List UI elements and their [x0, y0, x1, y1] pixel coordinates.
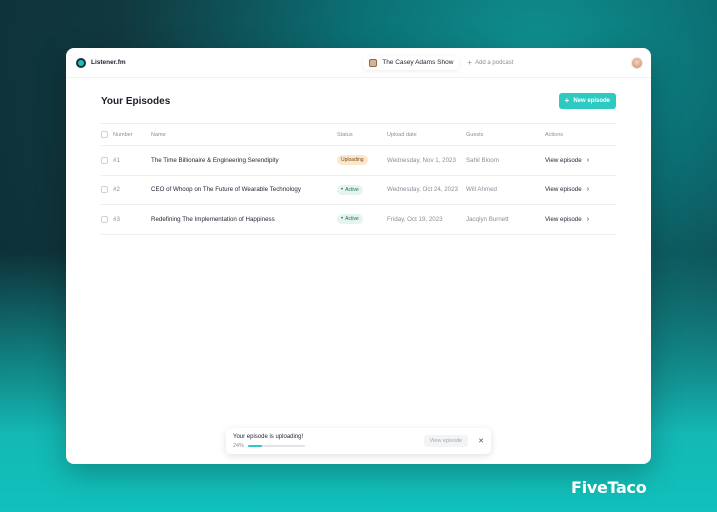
status-badge: • Active: [337, 184, 363, 195]
row-checkbox[interactable]: [101, 215, 108, 223]
page-title: Your Episodes: [101, 95, 171, 107]
status-dot-icon: •: [341, 216, 344, 223]
view-episode-label: View episode: [545, 215, 582, 223]
guest-name: Jacqlyn Burnett: [466, 204, 545, 235]
header-actions: Actions: [545, 123, 616, 146]
chevron-right-icon: ›: [586, 156, 590, 164]
add-podcast-button[interactable]: + Add a podcast: [467, 57, 514, 67]
view-episode-link[interactable]: View episode ›: [545, 186, 589, 193]
episode-number: #2: [113, 175, 151, 205]
add-podcast-label: Add a podcast: [475, 59, 514, 66]
episode-number: #1: [113, 145, 151, 176]
header-upload-date: Upload date: [387, 123, 466, 146]
plus-icon: +: [467, 57, 473, 67]
avatar[interactable]: [630, 56, 643, 69]
new-episode-label: New episode: [573, 98, 610, 104]
episodes-table: Number Name Status Upload date Guests Ac…: [101, 123, 616, 235]
episode-name: CEO of Whoop on The Future of Wearable T…: [151, 175, 337, 205]
status-label: Active: [345, 216, 359, 223]
upload-date: Friday, Oct 19, 2023: [387, 204, 466, 235]
upload-progress-bar: [248, 444, 306, 447]
listener-logo-icon: [76, 57, 86, 68]
upload-progress-fill: [248, 444, 262, 447]
podcast-nav: The Casey Adams Show + Add a podcast: [363, 55, 514, 70]
status-dot-icon: •: [341, 186, 344, 193]
row-checkbox[interactable]: [101, 156, 108, 164]
view-episode-label: View episode: [545, 156, 582, 164]
watermark-logo: FiveTaco: [571, 478, 647, 497]
upload-date: Wednesday, Oct 24, 2023: [387, 175, 466, 205]
header-name: Name: [151, 123, 337, 146]
table-row[interactable]: #1 The Time Billionaire & Engineering Se…: [101, 145, 616, 176]
episode-name: Redefining The Implementation of Happine…: [151, 204, 337, 235]
header-guests: Guests: [466, 123, 545, 146]
header-status: Status: [337, 123, 387, 146]
show-thumbnail-icon: [369, 58, 378, 67]
brand[interactable]: Listener.fm: [76, 57, 126, 68]
upload-percent: 24%: [233, 442, 245, 449]
close-icon[interactable]: ✕: [478, 437, 484, 445]
app-name: Listener.fm: [91, 59, 126, 66]
current-show-name: The Casey Adams Show: [382, 59, 454, 66]
table-row[interactable]: #2 CEO of Whoop on The Future of Wearabl…: [101, 175, 616, 205]
guest-name: Will Ahmed: [466, 175, 545, 205]
toast-view-episode-button[interactable]: View episode: [423, 435, 469, 447]
header-number: Number: [113, 123, 151, 146]
row-checkbox[interactable]: [101, 186, 108, 194]
chevron-right-icon: ›: [586, 186, 590, 194]
app-window: Listener.fm The Casey Adams Show + Add a…: [66, 48, 651, 464]
top-bar: Listener.fm The Casey Adams Show + Add a…: [66, 48, 651, 78]
episode-number: #3: [113, 204, 151, 235]
status-label: Active: [345, 186, 359, 193]
page-header: Your Episodes + New episode: [101, 93, 616, 109]
view-episode-link[interactable]: View episode ›: [545, 157, 589, 164]
main-content: Your Episodes + New episode Number Name …: [66, 93, 651, 235]
status-badge: • Active: [337, 214, 363, 225]
table-header-row: Number Name Status Upload date Guests Ac…: [101, 123, 616, 146]
guest-name: Sahil Bloom: [466, 145, 545, 176]
view-episode-label: View episode: [545, 186, 582, 194]
episode-name: The Time Billionaire & Engineering Seren…: [151, 145, 337, 176]
toast-title: Your episode is uploading!: [233, 433, 304, 440]
current-show-selector[interactable]: The Casey Adams Show: [363, 55, 460, 70]
view-episode-link[interactable]: View episode ›: [545, 216, 589, 223]
table-row[interactable]: #3 Redefining The Implementation of Happ…: [101, 204, 616, 235]
header-select: [101, 123, 113, 146]
select-all-checkbox[interactable]: [101, 131, 108, 138]
chevron-right-icon: ›: [586, 215, 590, 223]
plus-icon: +: [564, 96, 570, 105]
status-badge: Uploading: [337, 155, 368, 166]
upload-toast: Your episode is uploading! 24% View epis…: [226, 428, 491, 454]
new-episode-button[interactable]: + New episode: [558, 93, 616, 109]
upload-date: Wednesday, Nov 1, 2023: [387, 145, 466, 176]
